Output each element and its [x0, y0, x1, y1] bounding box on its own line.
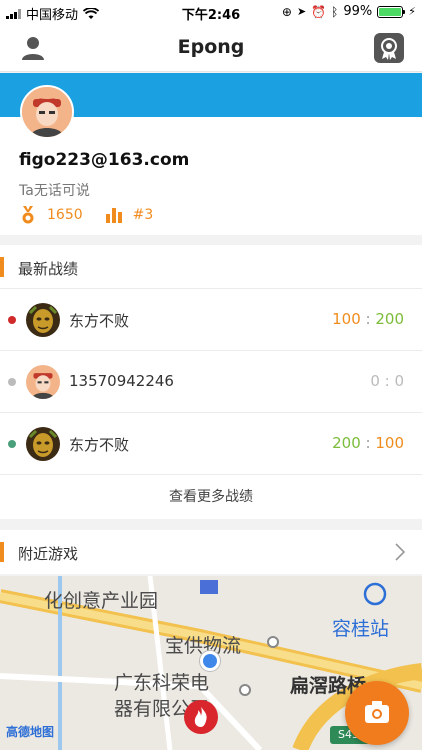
- opponent-name: 东方不败: [69, 312, 130, 330]
- section-title: 附近游戏: [18, 545, 79, 563]
- mask-avatar-image: [26, 427, 60, 461]
- nav-bar: Epong: [0, 24, 422, 72]
- bluetooth-icon: ᛒ: [331, 4, 339, 19]
- match-score: 200 : 100: [332, 434, 404, 452]
- page-title: Epong: [177, 36, 245, 58]
- section-header: 最新战绩: [0, 245, 422, 289]
- camera-button[interactable]: [345, 681, 409, 745]
- map-label: 化创意产业园: [44, 590, 159, 612]
- match-score: 0 : 0: [370, 372, 404, 390]
- record-row[interactable]: 13570942246 0 : 0: [0, 351, 422, 413]
- opponent-name: 东方不败: [69, 436, 130, 454]
- game-marker[interactable]: [184, 700, 218, 734]
- section-title: 最新战绩: [18, 260, 79, 278]
- rotation-lock-icon: ⊕: [281, 4, 292, 19]
- cartoon-avatar-image: [26, 365, 60, 399]
- current-location-marker: [199, 650, 221, 672]
- mask-avatar-image: [26, 303, 60, 337]
- accent-bar: [0, 542, 4, 562]
- award-button[interactable]: [374, 33, 404, 63]
- medal-icon: [22, 206, 34, 224]
- nearby-games-section: 附近游戏: [0, 530, 422, 574]
- result-dot-none: [8, 378, 16, 386]
- match-score: 100 : 200: [332, 310, 404, 328]
- profile-bio: Ta无话可说: [19, 183, 90, 199]
- status-bar: 中国移动 下午2:46 ⊕ ➤ ⏰ ᛒ 99% ⚡: [0, 0, 422, 24]
- record-row[interactable]: 东方不败 100 : 200: [0, 289, 422, 351]
- alarm-icon: ⏰: [311, 4, 327, 19]
- profile-email: figo223@163.com: [19, 150, 190, 170]
- camera-icon: [365, 701, 389, 723]
- chevron-right-icon: [395, 543, 406, 561]
- result-dot-win: [8, 440, 16, 448]
- ranking-icon: [105, 208, 122, 223]
- recent-records-section: 最新战绩 东方不败 100 : 200 13570942246 0: 0 东方…: [0, 245, 422, 519]
- map-label: 容桂站: [332, 618, 390, 640]
- location-icon: ➤: [296, 5, 307, 18]
- profile-stats: 1650 #3: [19, 206, 175, 224]
- opponent-avatar: [26, 365, 60, 399]
- battery-percent: 99%: [343, 4, 373, 19]
- accent-bar: [0, 257, 4, 277]
- cartoon-avatar-image: [22, 87, 72, 137]
- view-more-records-button[interactable]: 查看更多战绩: [0, 475, 422, 519]
- opponent-avatar: [26, 427, 60, 461]
- opponent-name: 13570942246: [69, 372, 174, 390]
- award-icon: [381, 38, 397, 60]
- points-value: 1650: [47, 207, 83, 223]
- result-dot-loss: [8, 316, 16, 324]
- flame-icon: [194, 707, 207, 727]
- rank-value: #3: [132, 207, 154, 223]
- battery-icon: [377, 5, 406, 18]
- record-row[interactable]: 东方不败 200 : 100: [0, 413, 422, 475]
- opponent-avatar: [26, 303, 60, 337]
- map-label: 广东科荣电: [114, 672, 210, 694]
- nearby-header[interactable]: 附近游戏: [0, 530, 422, 574]
- map-logo: 高德地图: [6, 725, 55, 739]
- charging-icon: ⚡: [408, 5, 416, 18]
- profile-avatar[interactable]: [20, 85, 74, 139]
